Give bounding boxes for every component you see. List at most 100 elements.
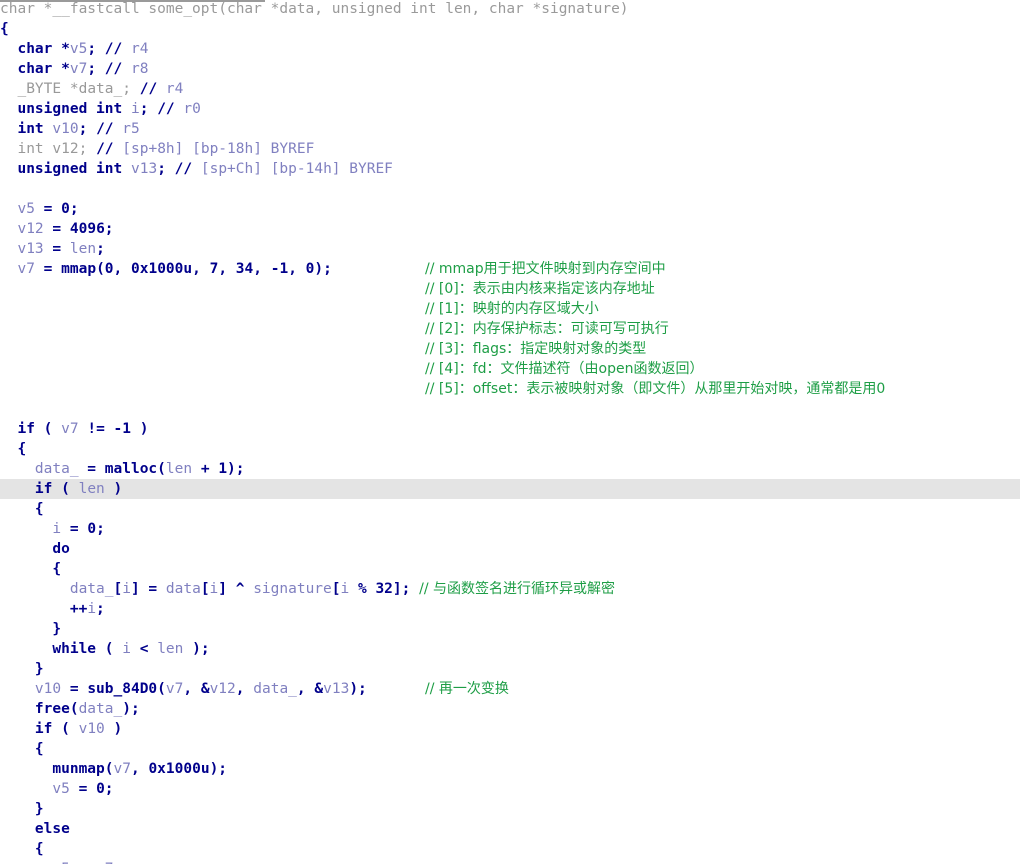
var-data-underscore: data_ [34, 461, 79, 477]
pseudocode-view[interactable]: char *__fastcall some_opt(char *data, un… [0, 0, 1020, 864]
call-munmap[interactable]: munmap [52, 761, 104, 777]
code-line-while[interactable]: while ( i < len ); [0, 639, 1020, 659]
code-line-v5-zero[interactable]: v5 = 0; [0, 779, 1020, 799]
code-line-sub-call[interactable]: v10 = sub_84D0(v7, &v12, data_, &v13);//… [0, 679, 1020, 699]
var-i: i [87, 601, 97, 617]
code-line-v5-init[interactable]: v5 = 0; [0, 199, 1020, 219]
arg-3: 34 [235, 261, 254, 277]
code-line-decl-v10[interactable]: int v10; // r5 [0, 119, 1020, 139]
stack-annotation: [sp+8h] [bp-18h] BYREF [113, 141, 315, 157]
code-line-decl-i[interactable]: unsigned int i; // r0 [0, 99, 1020, 119]
code-line-if-len-highlighted[interactable]: if ( len ) [0, 479, 1020, 499]
keyword-if: if [34, 721, 53, 737]
arg-len: len [165, 461, 193, 477]
code-line-do[interactable]: do [0, 539, 1020, 559]
comment-sub-call: // 再一次变换 [425, 681, 509, 697]
arg-4: -1 [270, 261, 289, 277]
code-line-malloc-call[interactable]: data_ = malloc(len + 1); [0, 459, 1020, 479]
code-line-decl-v7[interactable]: char *v7; // r8 [0, 59, 1020, 79]
literal-32: 32 [375, 581, 393, 597]
code-line-v12-init[interactable]: v12 = 4096; [0, 219, 1020, 239]
type-int: int [17, 121, 44, 137]
code-line-close-brace-if-v10[interactable]: } [0, 799, 1020, 819]
code-line-munmap-call[interactable]: munmap(v7, 0x1000u); [0, 759, 1020, 779]
code-line-incr-i[interactable]: ++i; [0, 599, 1020, 619]
comment-param-5: // [5]：offset：表示被映射对象（即文件）从那里开始对映，通常都是用0 [425, 381, 886, 397]
var-v12: v12 [17, 221, 44, 237]
var-data-underscore: data_ [69, 581, 114, 597]
reg-annotation: r0 [174, 101, 201, 117]
code-line-i-init[interactable]: i = 0; [0, 519, 1020, 539]
call-sub-84d0[interactable]: sub_84D0 [87, 681, 157, 697]
type-int: int [96, 161, 123, 177]
comment-marker: // [174, 161, 193, 177]
code-line-comment-3: // [1]：映射的内存区域大小 [0, 299, 1020, 319]
comment-param-2: // [2]：内存保护标志：可读可写可执行 [425, 321, 669, 337]
comment-param-1: // [1]：映射的内存区域大小 [425, 301, 599, 317]
open-brace: { [0, 21, 9, 37]
code-line-v13-init[interactable]: v13 = len; [0, 239, 1020, 259]
type-unsigned: unsigned [17, 101, 88, 117]
keyword-while: while [52, 641, 97, 657]
var-data-underscore: data_ [78, 701, 123, 717]
code-line-if-v7[interactable]: if ( v7 != -1 ) [0, 419, 1020, 439]
comment-param-4: // [4]：fd：文件描述符（由open函数返回） [425, 361, 704, 377]
keyword-do: do [52, 541, 70, 557]
code-line-decl-v13[interactable]: unsigned int v13; // [sp+Ch] [bp-14h] BY… [0, 159, 1020, 179]
type-unsigned: unsigned [17, 161, 88, 177]
code-line-open-brace-fn[interactable]: { [0, 19, 1020, 39]
code-line-decl-v5[interactable]: char *v5; // r4 [0, 39, 1020, 59]
var-i: i [209, 581, 219, 597]
keyword-if: if [34, 481, 53, 497]
var-i: i [130, 101, 140, 117]
comment-marker: // [139, 81, 158, 97]
code-line-comment-2: // [0]：表示由内核来指定该内存地址 [0, 279, 1020, 299]
code-line-blank-2 [0, 399, 1020, 419]
code-line-else[interactable]: else [0, 819, 1020, 839]
reg-annotation: r4 [157, 81, 184, 97]
var-v7: v7 [113, 761, 131, 777]
var-v13: v13 [130, 161, 158, 177]
literal-zero: 0 [87, 521, 97, 537]
var-i: i [340, 581, 350, 597]
code-line-comment-4: // [2]：内存保护标志：可读可写可执行 [0, 319, 1020, 339]
stack-annotation: [sp+Ch] [bp-14h] BYREF [192, 161, 393, 177]
var-v7: v7 [165, 681, 184, 697]
var-v12: v12 [209, 681, 236, 697]
var-v5: v5 [69, 41, 88, 57]
arg-len: len [69, 241, 97, 257]
code-line-blank-1 [0, 179, 1020, 199]
code-line-close-brace-if-len[interactable]: } [0, 659, 1020, 679]
call-malloc[interactable]: malloc [105, 461, 157, 477]
arg-data: data [165, 581, 201, 597]
comment-mmap-title: // mmap用于把文件映射到内存空间中 [425, 261, 666, 277]
call-free[interactable]: free [35, 701, 70, 717]
code-line-open-brace-if-len[interactable]: { [0, 499, 1020, 519]
code-line-open-brace-else[interactable]: { [0, 839, 1020, 859]
code-line-open-brace-do[interactable]: { [0, 559, 1020, 579]
code-line-comment-7: // [5]：offset：表示被映射对象（即文件）从那里开始对映，通常都是用0 [0, 379, 1020, 399]
function-signature-text: char *__fastcall some_opt(char *data, un… [0, 1, 629, 17]
code-line-function-signature[interactable]: char *__fastcall some_opt(char *data, un… [0, 0, 1020, 19]
var-v5: v5 [52, 781, 70, 797]
comment-param-0: // [0]：表示由内核来指定该内存地址 [425, 281, 655, 297]
literal-minus-one: -1 [113, 421, 131, 437]
code-line-open-brace-if-v7[interactable]: { [0, 439, 1020, 459]
var-v10: v10 [78, 721, 105, 737]
code-line-decl-data[interactable]: _BYTE *data_; // r4 [0, 79, 1020, 99]
var-v13: v13 [323, 681, 350, 697]
var-v7: v7 [17, 261, 35, 277]
comment-marker: // [104, 61, 123, 77]
code-line-mmap-call[interactable]: v7 = mmap(0, 0x1000u, 7, 34, -1, 0);// m… [0, 259, 1020, 279]
code-line-open-brace-if-v10[interactable]: { [0, 739, 1020, 759]
var-v7: v7 [69, 61, 88, 77]
code-line-xor-stmt[interactable]: data_[i] = data[i] ^ signature[i % 32]; … [0, 579, 1020, 599]
var-v7: v7 [61, 421, 79, 437]
code-line-if-v10[interactable]: if ( v10 ) [0, 719, 1020, 739]
code-line-v5-v7[interactable]: v5 = v7; [0, 859, 1020, 864]
code-line-free-call[interactable]: free(data_); [0, 699, 1020, 719]
code-line-close-brace-do[interactable]: } [0, 619, 1020, 639]
call-mmap[interactable]: mmap [61, 261, 96, 277]
code-line-decl-v12[interactable]: int v12; // [sp+8h] [bp-18h] BYREF [0, 139, 1020, 159]
literal-4096: 4096 [69, 221, 105, 237]
